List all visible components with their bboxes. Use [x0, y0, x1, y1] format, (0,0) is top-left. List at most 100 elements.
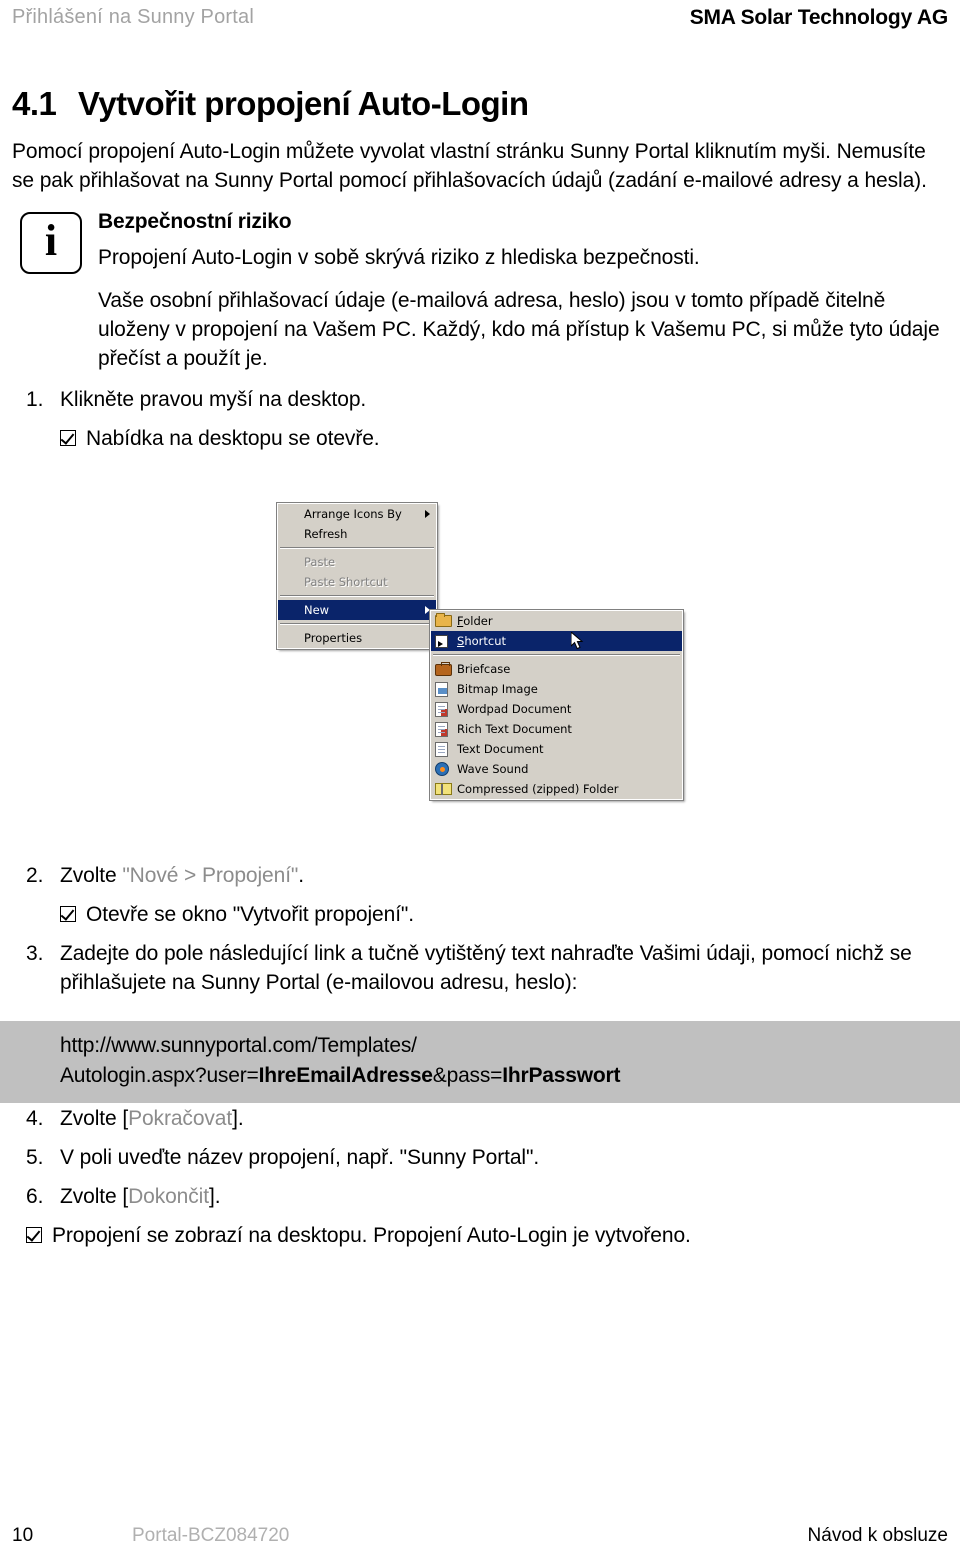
submenu-item-label: Text Document [457, 742, 544, 756]
wordpad-document-icon [435, 702, 448, 717]
final-result: Propojení se zobrazí na desktopu. Propoj… [12, 1222, 948, 1251]
submenu-item-wave-sound[interactable]: Wave Sound [431, 759, 682, 779]
desktop-context-menu[interactable]: Arrange Icons By Refresh Paste Paste Sho… [276, 502, 438, 650]
step-1-result: Nabídka na desktopu se otevře. [12, 425, 948, 454]
menu-item-label: Paste [304, 555, 336, 569]
page-content: 4.1 Vytvořit propojení Auto-Login Pomocí … [12, 85, 948, 464]
menu-item-label: Refresh [304, 527, 348, 541]
menu-item-label: Arrange Icons By [304, 507, 402, 521]
step-1-text: Klikněte pravou myší na desktop. [60, 388, 367, 412]
text-document-icon [435, 742, 448, 757]
submenu-item-label: Wordpad Document [457, 702, 572, 716]
menu-item-label: Paste Shortcut [304, 575, 388, 589]
page-title: 4.1 Vytvořit propojení Auto-Login [12, 85, 948, 122]
menu-item-paste-shortcut: Paste Shortcut [278, 572, 436, 592]
header-company-name: SMA Solar Technology AG [689, 6, 949, 29]
briefcase-icon [435, 662, 452, 676]
info-icon-glyph: i [44, 216, 58, 266]
step-6: 6. Zvolte [Dokončit]. [12, 1183, 948, 1212]
folder-icon [435, 613, 452, 627]
step-4-number: 4. [26, 1107, 44, 1130]
security-note: i Bezpečnostní riziko Propojení Auto-Log… [12, 210, 948, 275]
shortcut-icon [435, 635, 448, 648]
step-6-button-label: Dokončit [128, 1184, 209, 1208]
menu-item-properties[interactable]: Properties [278, 628, 436, 648]
bitmap-image-icon [435, 682, 448, 697]
step-4: 4. Zvolte [Pokračovat]. [12, 1105, 948, 1134]
menu-item-paste: Paste [278, 552, 436, 572]
footer-page-number: 10 [12, 1525, 34, 1546]
chevron-right-icon [425, 510, 430, 518]
checkbox-icon [26, 1221, 42, 1250]
step-1-result-text: Nabídka na desktopu se otevře. [86, 427, 380, 451]
menu-separator [433, 654, 680, 656]
submenu-item-rich-text-document[interactable]: Rich Text Document [431, 719, 682, 739]
running-header: Přihlášení na Sunny Portal SMA Solar Tec… [0, 0, 960, 40]
footer-manual-label: Návod k obsluze [807, 1525, 948, 1546]
submenu-item-text-document[interactable]: Text Document [431, 739, 682, 759]
section-title: Vytvořit propojení Auto-Login [78, 85, 529, 122]
url-line-1: http://www.sunnyportal.com/Templates/ [60, 1034, 417, 1057]
menu-separator [280, 623, 434, 625]
step-3-text: Zadejte do pole následující link a tučně… [60, 941, 912, 994]
submenu-item-label: Folder [457, 614, 493, 628]
submenu-item-label: Shortcut [457, 634, 506, 648]
header-left-title: Přihlášení na Sunny Portal [12, 6, 255, 28]
url-placeholder-password: IhrPasswort [502, 1063, 621, 1087]
context-menu-screenshot: Arrange Icons By Refresh Paste Paste Sho… [276, 502, 687, 843]
url-part-path: Autologin.aspx?user= [60, 1063, 259, 1087]
page-footer: 10 Portal-BCZ084720 Návod k obsluze [0, 1525, 960, 1547]
submenu-item-compressed-zipped-folder[interactable]: Compressed (zipped) Folder [431, 779, 682, 799]
step-1: 1. Klikněte pravou myší na desktop. [12, 386, 948, 415]
menu-separator [280, 547, 434, 549]
step-2-number: 2. [26, 864, 44, 887]
url-placeholder-email: IhreEmailAdresse [258, 1063, 433, 1087]
submenu-item-shortcut[interactable]: Shortcut [431, 631, 682, 651]
step-5-number: 5. [26, 1145, 44, 1169]
step-2-prefix: Zvolte [60, 864, 123, 887]
step-6-prefix: Zvolte [ [60, 1184, 129, 1208]
step-2-suffix: . [298, 864, 305, 887]
menu-item-label: Properties [304, 631, 363, 645]
step-4-button-label: Pokračovat [128, 1107, 233, 1130]
menu-item-new[interactable]: New [278, 600, 436, 620]
step-2: 2. Zvolte "Nové > Propojení". [12, 862, 948, 891]
submenu-item-label: Wave Sound [457, 762, 529, 776]
zipped-folder-icon [435, 783, 452, 795]
final-result-text: Propojení se zobrazí na desktopu. Propoj… [52, 1223, 691, 1247]
step-2-result: Otevře se okno "Vytvořit propojení". [12, 901, 948, 930]
step-2-result-text: Otevře se okno "Vytvořit propojení". [86, 902, 415, 926]
menu-separator [280, 595, 434, 597]
step-4-suffix: ]. [232, 1107, 244, 1130]
steps-final-block: 4. Zvolte [Pokračovat]. 5. V poli uveďte n… [12, 1105, 948, 1261]
submenu-item-label: Rich Text Document [457, 722, 572, 736]
submenu-item-wordpad-document[interactable]: Wordpad Document [431, 699, 682, 719]
document-page: Přihlášení na Sunny Portal SMA Solar Tec… [0, 0, 960, 1559]
steps-lower-block: 2. Zvolte "Nové > Propojení". Otevře se o… [12, 862, 948, 1008]
step-1-number: 1. [26, 388, 44, 412]
section-number: 4.1 [12, 85, 57, 122]
step-3-number: 3. [26, 941, 44, 965]
note-title: Bezpečnostní riziko [98, 210, 292, 234]
step-5: 5. V poli uveďte název propojení, např. "… [12, 1144, 948, 1173]
submenu-item-bitmap-image[interactable]: Bitmap Image [431, 679, 682, 699]
submenu-item-folder[interactable]: Folder [431, 611, 682, 631]
step-3: 3. Zadejte do pole následující link a tuč… [12, 940, 948, 998]
submenu-item-label: Briefcase [457, 662, 511, 676]
menu-item-refresh[interactable]: Refresh [278, 524, 436, 544]
menu-item-label: New [304, 603, 330, 617]
menu-item-arrange-icons-by[interactable]: Arrange Icons By [278, 504, 436, 524]
step-4-prefix: Zvolte [ [60, 1107, 129, 1130]
info-icon: i [20, 212, 82, 275]
wave-sound-icon [435, 762, 449, 776]
url-line-2: Autologin.aspx?user=IhreEmailAdresse&pas… [60, 1061, 960, 1091]
new-submenu[interactable]: Folder Shortcut Briefcase Bitmap Image W [429, 609, 684, 801]
rich-text-document-icon [435, 722, 448, 737]
submenu-item-briefcase[interactable]: Briefcase [431, 659, 682, 679]
url-template-box: http://www.sunnyportal.com/Templates/ Au… [0, 1021, 960, 1103]
step-2-quoted: "Nové > Propojení" [122, 864, 299, 887]
step-6-number: 6. [26, 1184, 44, 1208]
note-paragraph-1: Propojení Auto-Login v sobě skrývá rizik… [98, 246, 700, 270]
step-5-text: V poli uveďte název propojení, např. "Su… [60, 1145, 540, 1169]
submenu-item-label: Bitmap Image [457, 682, 538, 696]
